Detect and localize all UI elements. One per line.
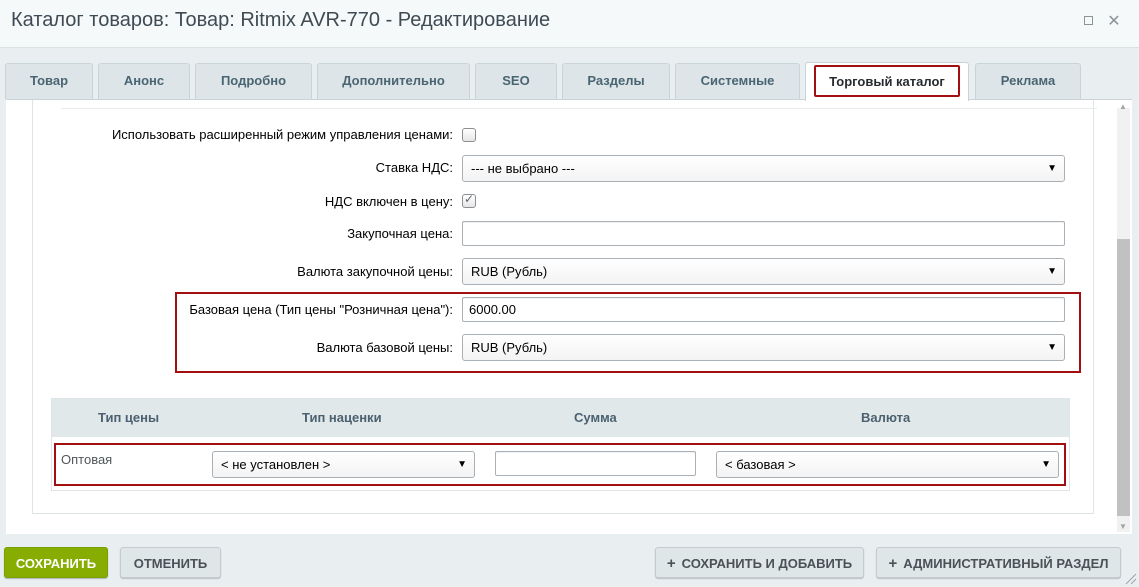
vat-rate-select[interactable]: --- не выбрано --- ▼ xyxy=(462,155,1065,182)
purchase-currency-select[interactable]: RUB (Рубль) ▼ xyxy=(462,258,1065,285)
tab-seo[interactable]: SEO xyxy=(475,63,557,99)
amount-input[interactable] xyxy=(495,451,696,476)
vat-rate-label: Ставка НДС: xyxy=(375,160,453,175)
tab-details[interactable]: Подробно xyxy=(195,63,312,99)
window-titlebar: Каталог товаров: Товар: Ritmix AVR-770 -… xyxy=(0,0,1139,48)
cancel-button[interactable]: ОТМЕНИТЬ xyxy=(120,547,221,578)
chevron-down-icon: ▼ xyxy=(1047,266,1057,277)
checkmark-icon: ✓ xyxy=(464,192,475,206)
currency-value: < базовая > xyxy=(725,457,796,472)
save-and-add-button[interactable]: + СОХРАНИТЬ И ДОБАВИТЬ xyxy=(655,547,864,578)
window-title: Каталог товаров: Товар: Ritmix AVR-770 -… xyxy=(11,9,551,31)
purchase-currency-value: RUB (Рубль) xyxy=(471,264,548,279)
currency-select[interactable]: < базовая > ▼ xyxy=(716,451,1059,478)
purchase-price-label: Закупочная цена: xyxy=(347,226,453,241)
column-header-currency: Валюта xyxy=(861,410,911,425)
tab-bar: Товар Анонс Подробно Дополнительно SEO Р… xyxy=(0,48,1139,101)
scroll-down-arrow-icon[interactable]: ▼ xyxy=(1119,522,1127,531)
tab-system[interactable]: Системные xyxy=(675,63,800,99)
markup-type-select[interactable]: < не установлен > ▼ xyxy=(212,451,475,478)
divider xyxy=(61,108,1097,109)
tab-additional[interactable]: Дополнительно xyxy=(317,63,470,99)
vat-rate-value: --- не выбрано --- xyxy=(471,161,575,176)
scrollbar-thumb[interactable] xyxy=(1117,239,1130,516)
tab-trade-catalog[interactable]: Торговый каталог xyxy=(805,62,969,101)
resize-grip-icon[interactable] xyxy=(1123,571,1137,585)
scroll-up-arrow-icon[interactable]: ▲ xyxy=(1119,102,1127,111)
vat-included-checkbox[interactable]: ✓ xyxy=(462,192,476,208)
base-price-label: Базовая цена (Тип цены "Розничная цена")… xyxy=(189,302,453,317)
vat-included-label: НДС включен в цену: xyxy=(324,194,453,209)
chevron-down-icon: ▼ xyxy=(457,459,467,470)
column-header-amount: Сумма xyxy=(574,410,617,425)
base-price-input[interactable]: 6000.00 xyxy=(462,297,1065,322)
tab-sections[interactable]: Разделы xyxy=(562,63,670,99)
tab-announce[interactable]: Анонс xyxy=(98,63,190,99)
tab-trade-catalog-label: Торговый каталог xyxy=(814,65,960,97)
close-icon[interactable]: ✕ xyxy=(1106,14,1122,30)
column-header-markup-type: Тип наценки xyxy=(302,410,382,425)
table-header: Тип цены Тип наценки Сумма Валюта xyxy=(52,399,1069,437)
chevron-down-icon: ▼ xyxy=(1047,342,1057,353)
plus-icon: + xyxy=(666,555,676,572)
plus-icon: + xyxy=(888,555,898,572)
tab-product[interactable]: Товар xyxy=(5,63,93,99)
maximize-icon[interactable] xyxy=(1080,14,1096,30)
extended-price-mode-checkbox[interactable] xyxy=(462,128,476,142)
purchase-price-input[interactable] xyxy=(462,221,1065,246)
admin-section-button[interactable]: + АДМИНИСТРАТИВНЫЙ РАЗДЕЛ xyxy=(876,547,1121,578)
chevron-down-icon: ▼ xyxy=(1047,163,1057,174)
save-button[interactable]: СОХРАНИТЬ xyxy=(4,547,108,578)
markup-type-value: < не установлен > xyxy=(221,457,331,472)
base-currency-label: Валюта базовой цены: xyxy=(316,340,453,355)
admin-section-label: АДМИНИСТРАТИВНЫЙ РАЗДЕЛ xyxy=(903,556,1109,571)
extended-price-mode-label: Использовать расширенный режим управлени… xyxy=(111,127,453,142)
purchase-currency-label: Валюта закупочной цены: xyxy=(297,264,453,279)
chevron-down-icon: ▼ xyxy=(1041,459,1051,470)
tab-advertising[interactable]: Реклама xyxy=(975,63,1081,99)
base-currency-select[interactable]: RUB (Рубль) ▼ xyxy=(462,334,1065,361)
column-header-price-type: Тип цены xyxy=(98,410,160,425)
row-price-type: Оптовая xyxy=(61,452,113,467)
base-currency-value: RUB (Рубль) xyxy=(471,340,548,355)
save-and-add-label: СОХРАНИТЬ И ДОБАВИТЬ xyxy=(681,556,853,571)
